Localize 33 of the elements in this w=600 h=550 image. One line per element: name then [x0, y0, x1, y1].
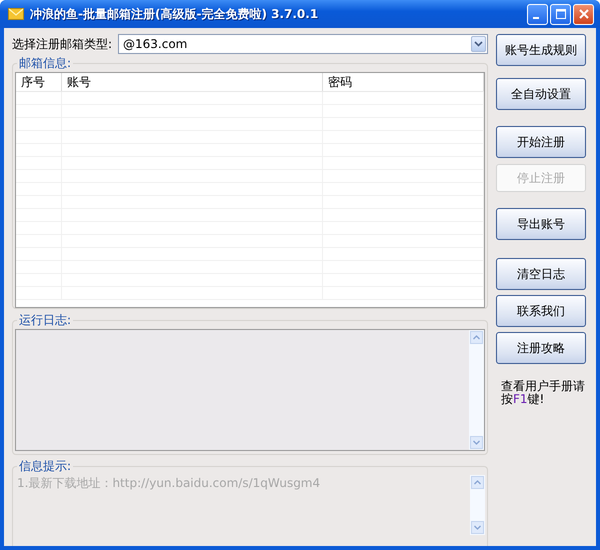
column-header[interactable]: 序号 [16, 73, 62, 91]
maximize-icon [556, 9, 566, 19]
window-title: 冲浪的鱼-批量邮箱注册(高级版-完全免费啦) 3.7.0.1 [30, 6, 320, 22]
log-area[interactable] [15, 329, 485, 451]
help-text: 查看用户手册请按F1键! [500, 380, 586, 406]
column-header[interactable]: 账号 [62, 73, 323, 91]
action-button[interactable]: 账号生成规则 [496, 34, 586, 66]
action-button[interactable]: 清空日志 [496, 258, 586, 290]
field-label: 选择注册邮箱类型: [12, 36, 114, 52]
scrollbar[interactable] [470, 475, 485, 535]
scrollbar[interactable] [469, 330, 484, 450]
action-button[interactable]: 开始注册 [496, 126, 586, 158]
minimize-button[interactable] [527, 4, 548, 24]
envelope-icon [8, 8, 24, 20]
scroll-down-icon[interactable] [471, 521, 484, 534]
minimize-icon [532, 17, 538, 19]
group-title: 运行日志: [18, 312, 72, 329]
group-title: 信息提示: [18, 458, 72, 475]
close-button[interactable] [573, 4, 594, 24]
info-line: 1.最新下载地址：http://yun.baidu.com/s/1qWusgm4 [17, 475, 322, 492]
column-header[interactable]: 密码 [323, 73, 484, 91]
scroll-up-icon[interactable] [471, 476, 484, 489]
mail-type-dropdown[interactable]: @163.com [118, 34, 488, 54]
maximize-button[interactable] [550, 4, 571, 24]
group-title: 邮箱信息: [18, 55, 72, 72]
action-button[interactable]: 注册攻略 [496, 332, 586, 364]
scroll-up-icon[interactable] [470, 331, 483, 344]
action-button[interactable]: 联系我们 [496, 295, 586, 327]
action-button[interactable]: 全自动设置 [496, 78, 586, 110]
scroll-down-icon[interactable] [470, 436, 483, 449]
close-icon [578, 9, 588, 19]
chevron-down-icon [474, 41, 483, 47]
action-button[interactable]: 导出账号 [496, 208, 586, 240]
